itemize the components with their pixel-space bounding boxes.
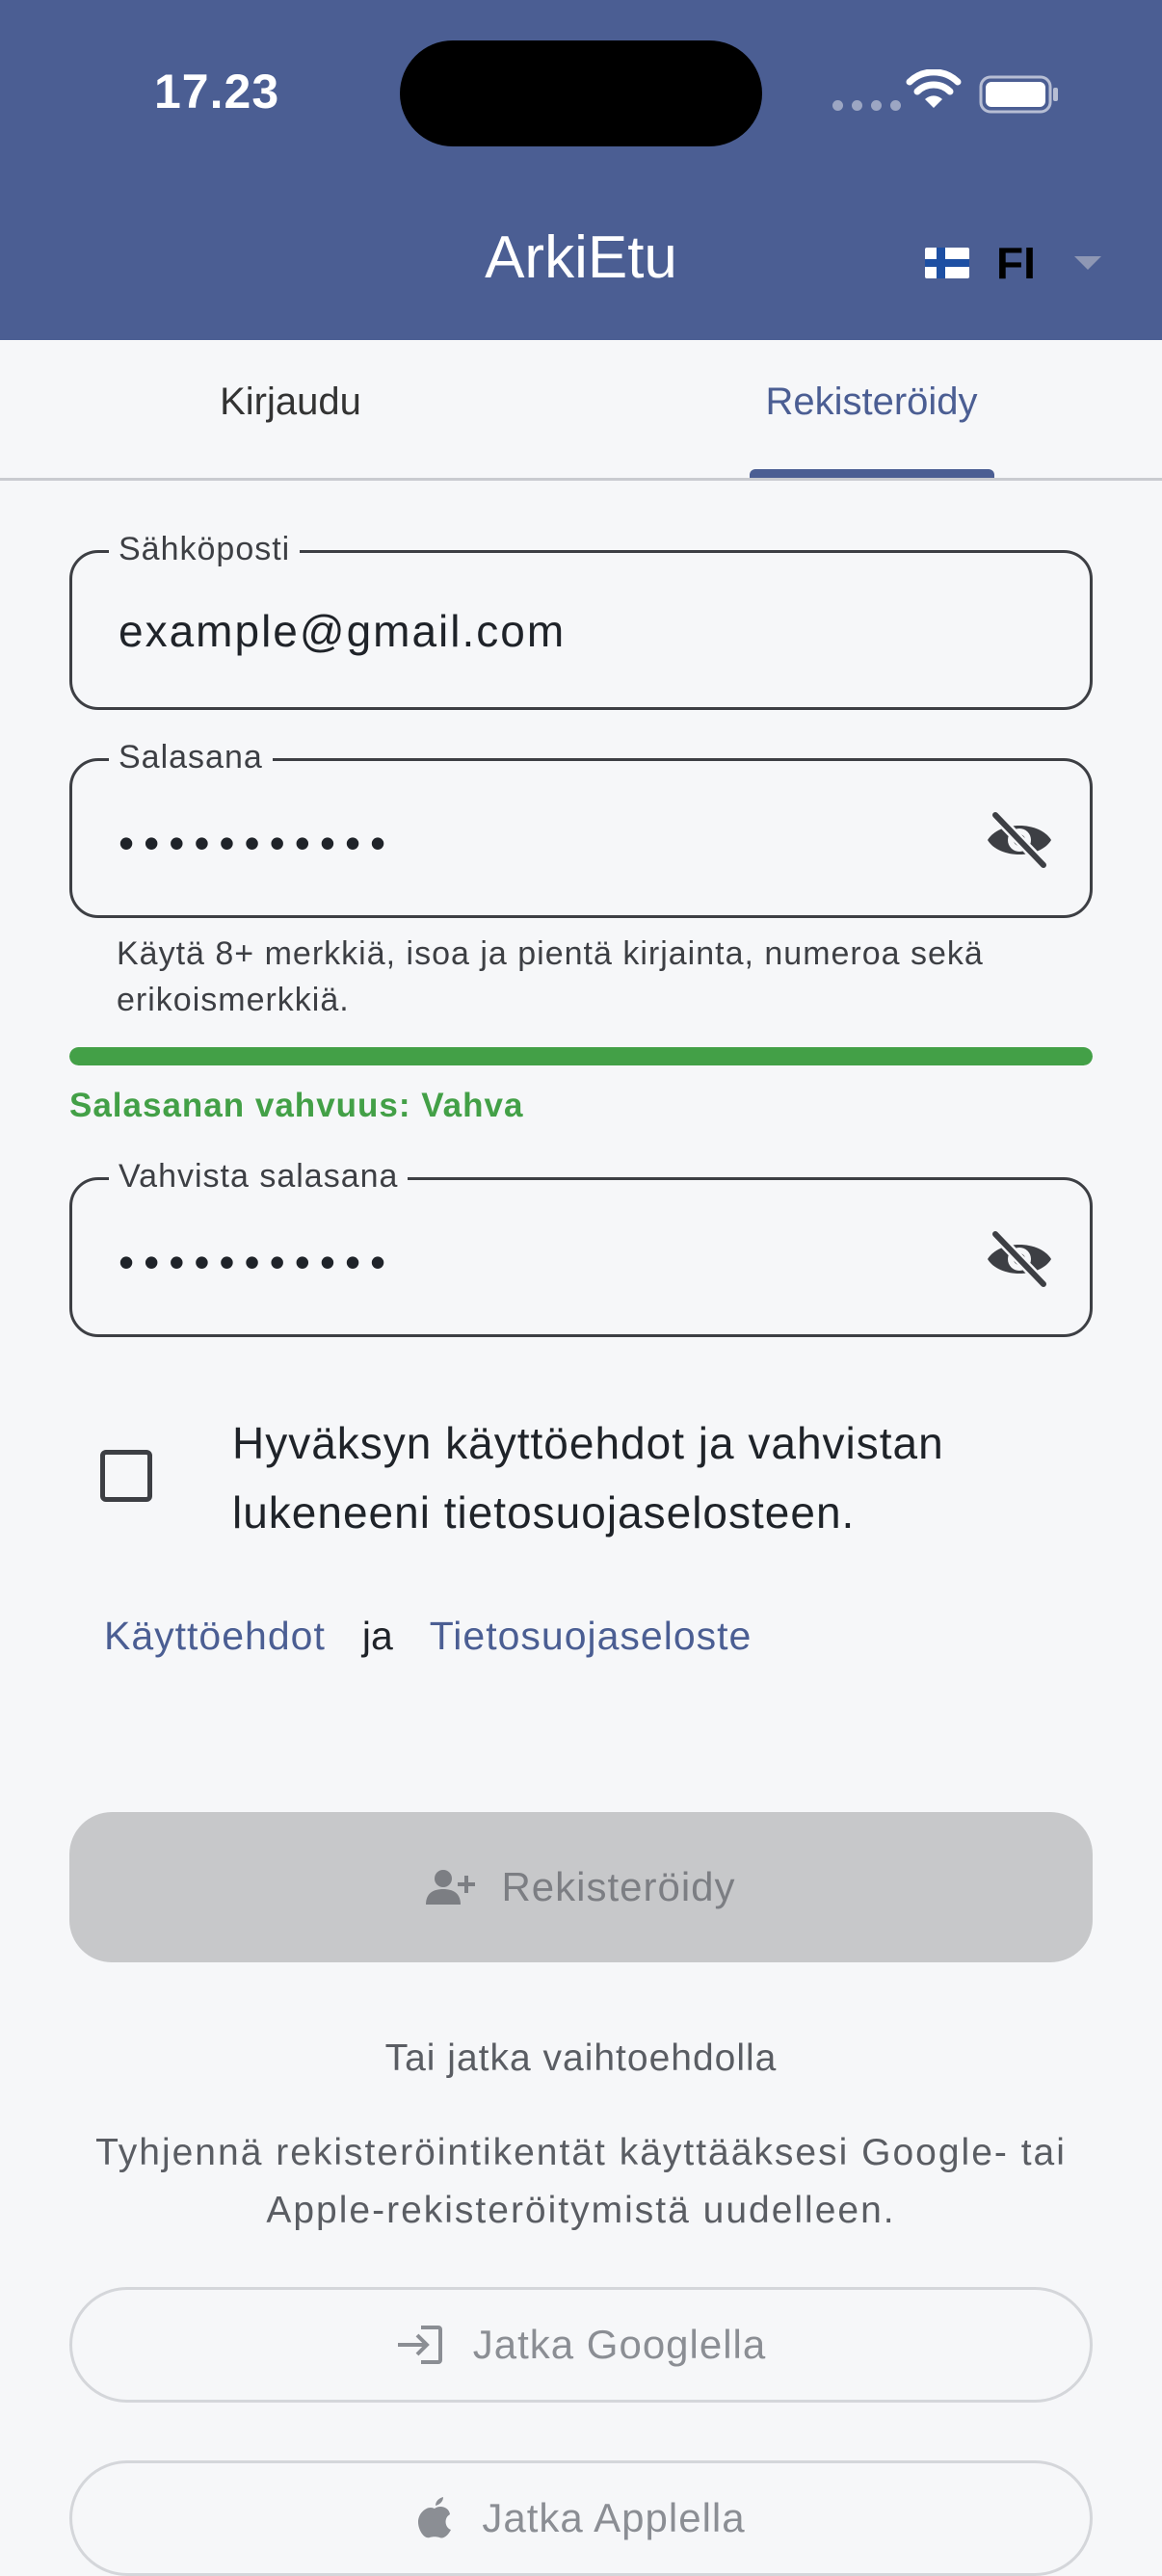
register-button[interactable]: Rekisteröidy [69,1812,1093,1962]
active-tab-indicator [750,469,994,478]
login-icon [397,2326,442,2364]
apple-icon [418,2497,452,2538]
eye-off-icon[interactable] [984,1228,1055,1290]
tab-login[interactable]: Kirjaudu [0,381,581,424]
alternatives-title: Tai jatka vaihtoehdolla [384,2037,778,2079]
google-button-label: Jatka Googlella [472,2322,767,2367]
tab-register[interactable]: Rekisteröidy [581,381,1162,424]
links-separator: ja [361,1614,393,1658]
apple-button[interactable]: Jatka Applella [69,2460,1093,2576]
password-strength-fill [69,1047,1093,1065]
password-strength-text: Salasanan vahvuus: Vahva [69,1087,524,1124]
wifi-icon [906,69,962,108]
email-field[interactable]: Sähköposti example@gmail.com [69,530,1093,710]
finland-flag-icon [925,248,969,278]
auth-tabs: Kirjaudu Rekisteröidy [0,340,1162,481]
terms-link[interactable]: Käyttöehdot [104,1614,326,1659]
consent-checkbox[interactable] [100,1450,152,1502]
language-selector[interactable]: FI [925,237,1101,289]
eye-off-icon[interactable] [984,809,1055,871]
privacy-link[interactable]: Tietosuojaseloste [430,1614,753,1659]
status-time: 17.23 [154,65,280,118]
chevron-down-icon [1073,256,1101,270]
alternatives-note: Tyhjennä rekisteröintikentät käyttääkses… [95,2132,1067,2231]
language-code: FI [996,238,1036,288]
signal-icon [832,100,901,111]
consent-text: Hyväksyn käyttöehdot ja vahvistan lukene… [232,1418,944,1538]
register-button-label: Rekisteröidy [501,1864,736,1909]
email-label: Sähköposti [109,530,301,568]
dynamic-island [400,40,762,146]
password-label: Salasana [109,738,273,776]
legal-links: Käyttöehdot ja Tietosuojaseloste [104,1614,752,1659]
password-hint: Käytä 8+ merkkiä, isoa ja pientä kirjain… [117,935,984,1018]
app-header: 17.23 ArkiEtu FI [0,0,1162,340]
confirm-password-field[interactable]: Vahvista salasana ••••••••••• [69,1157,1093,1337]
confirm-password-label: Vahvista salasana [109,1157,409,1196]
battery-icon [979,75,1058,114]
email-value: example@gmail.com [119,606,567,656]
password-value: ••••••••••• [119,818,396,868]
add-user-icon [426,1870,476,1905]
apple-button-label: Jatka Applella [482,2495,746,2540]
password-strength-bar [69,1047,1093,1065]
confirm-password-value: ••••••••••• [119,1237,396,1287]
google-button[interactable]: Jatka Googlella [69,2287,1093,2403]
password-field[interactable]: Salasana ••••••••••• [69,738,1093,918]
